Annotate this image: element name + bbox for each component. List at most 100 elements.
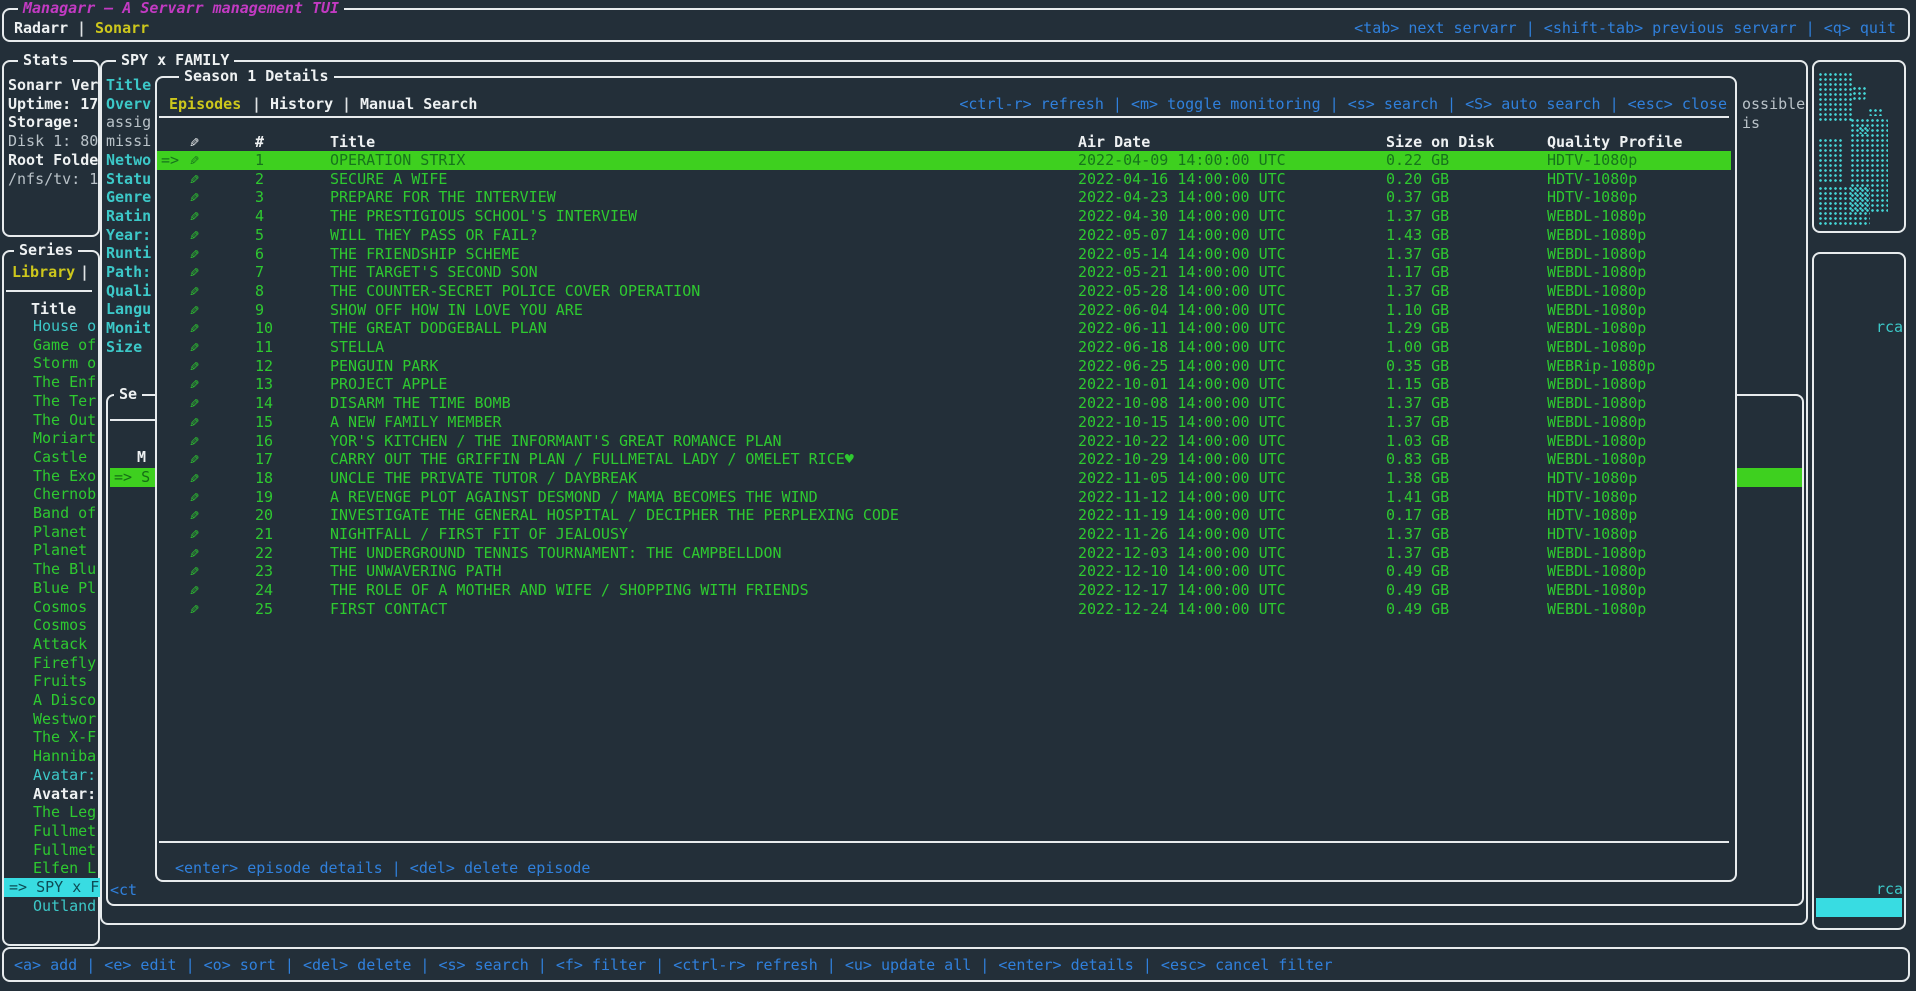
episode-size: 1.15 GB — [1386, 375, 1449, 394]
episode-row[interactable]: ✎3PREPARE FOR THE INTERVIEW2022-04-23 14… — [157, 188, 1731, 207]
episode-row[interactable]: ✎22THE UNDERGROUND TENNIS TOURNAMENT: TH… — [157, 544, 1731, 563]
series-item[interactable]: Cosmos — [33, 616, 87, 635]
series-item[interactable]: Moriart — [33, 429, 96, 448]
episode-title: A REVENGE PLOT AGAINST DESMOND / MAMA BE… — [330, 488, 818, 507]
detail-label: Statu — [106, 170, 151, 189]
selected-season-fragment: => S — [114, 468, 150, 487]
series-item[interactable]: House o — [33, 317, 96, 336]
poster-art-icon — [1868, 108, 1884, 116]
series-item[interactable]: The Enf — [33, 373, 96, 392]
episode-air-date: 2022-05-21 14:00:00 UTC — [1078, 263, 1286, 282]
episode-row[interactable]: ✎17CARRY OUT THE GRIFFIN PLAN / FULLMETA… — [157, 450, 1731, 469]
episode-row[interactable]: ✎11STELLA2022-06-18 14:00:00 UTC1.00 GBW… — [157, 338, 1731, 357]
episode-number: 3 — [255, 188, 264, 207]
tab-history[interactable]: History — [270, 95, 333, 114]
tab-radarr[interactable]: Radarr — [14, 19, 68, 38]
episode-row[interactable]: ✎19A REVENGE PLOT AGAINST DESMOND / MAMA… — [157, 488, 1731, 507]
episode-quality: HDTV-1080p — [1547, 506, 1637, 525]
episode-row[interactable]: ✎2SECURE A WIFE2022-04-16 14:00:00 UTC0.… — [157, 170, 1731, 189]
episode-row[interactable]: ✎8THE COUNTER-SECRET POLICE COVER OPERAT… — [157, 282, 1731, 301]
series-item[interactable]: Attack — [33, 635, 87, 654]
series-item[interactable]: Storm o — [33, 354, 96, 373]
column-quality: Quality Profile — [1547, 133, 1682, 152]
episode-row[interactable]: ✎23THE UNWAVERING PATH2022-12-10 14:00:0… — [157, 562, 1731, 581]
series-item[interactable]: The Exo — [33, 467, 96, 486]
series-item-selected[interactable]: => SPY x F — [4, 878, 100, 897]
series-item[interactable]: Chernob — [33, 485, 96, 504]
series-item[interactable]: Elfen L — [33, 859, 96, 878]
series-item[interactable]: Blue Pl — [33, 579, 96, 598]
episode-row[interactable]: ✎21NIGHTFALL / FIRST FIT OF JEALOUSY2022… — [157, 525, 1731, 544]
episode-quality: WEBDL-1080p — [1547, 263, 1646, 282]
stats-line: Uptime: 17 — [8, 95, 98, 114]
seasons-header-fragment: M — [137, 448, 146, 467]
popup-footer-divider — [159, 841, 1729, 843]
stats-line: Storage: — [8, 113, 80, 132]
series-item[interactable]: Fruits — [33, 672, 87, 691]
episode-row[interactable]: ✎25FIRST CONTACT2022-12-24 14:00:00 UTC0… — [157, 600, 1731, 619]
detail-label: Overv — [106, 95, 151, 114]
episode-title: PREPARE FOR THE INTERVIEW — [330, 188, 556, 207]
episode-quality: WEBDL-1080p — [1547, 319, 1646, 338]
right-panel-selected-row[interactable] — [1816, 898, 1902, 917]
series-item[interactable]: The Leg — [33, 803, 96, 822]
series-item[interactable]: Avatar: — [33, 766, 96, 785]
episode-row[interactable]: ✎10THE GREAT DODGEBALL PLAN2022-06-11 14… — [157, 319, 1731, 338]
episode-row[interactable]: ✎6THE FRIENDSHIP SCHEME2022-05-14 14:00:… — [157, 245, 1731, 264]
tab-manual-search[interactable]: Manual Search — [360, 95, 477, 114]
episode-size: 1.17 GB — [1386, 263, 1449, 282]
popup-help: <ctrl-r> refresh | <m> toggle monitoring… — [959, 95, 1727, 114]
series-item[interactable]: Fullmet — [33, 822, 96, 841]
episode-row[interactable]: ✎12PENGUIN PARK2022-06-25 14:00:00 UTC0.… — [157, 357, 1731, 376]
episode-row[interactable]: ✎9SHOW OFF HOW IN LOVE YOU ARE2022-06-04… — [157, 301, 1731, 320]
episode-row[interactable]: ✎20INVESTIGATE THE GENERAL HOSPITAL / DE… — [157, 506, 1731, 525]
episode-quality: WEBDL-1080p — [1547, 413, 1646, 432]
series-item[interactable]: The Out — [33, 411, 96, 430]
episode-row[interactable]: ✎4THE PRESTIGIOUS SCHOOL'S INTERVIEW2022… — [157, 207, 1731, 226]
series-item[interactable]: Planet — [33, 541, 87, 560]
episode-quality: HDTV-1080p — [1547, 188, 1637, 207]
pencil-icon: ✎ — [190, 488, 199, 507]
series-item[interactable]: Firefly — [33, 654, 96, 673]
episode-row[interactable]: ✎14DISARM THE TIME BOMB2022-10-08 14:00:… — [157, 394, 1731, 413]
episode-quality: WEBDL-1080p — [1547, 226, 1646, 245]
detail-label: Langu — [106, 300, 151, 319]
tab-library[interactable]: Library — [12, 263, 75, 282]
episode-row[interactable]: =>✎1OPERATION STRIX2022-04-09 14:00:00 U… — [157, 151, 1731, 170]
series-item[interactable]: Band of — [33, 504, 96, 523]
series-item[interactable]: Planet — [33, 523, 87, 542]
series-item[interactable]: Westwor — [33, 710, 96, 729]
episode-size: 1.37 GB — [1386, 544, 1449, 563]
series-item[interactable]: The Blu — [33, 560, 96, 579]
pencil-icon: ✎ — [190, 562, 199, 581]
series-header-divider — [6, 290, 92, 292]
pencil-icon: ✎ — [190, 357, 199, 376]
pencil-icon: ✎ — [190, 245, 199, 264]
series-item[interactable]: Game of — [33, 336, 96, 355]
series-item[interactable]: Outland — [33, 897, 96, 916]
series-item[interactable]: Avatar: — [33, 785, 96, 804]
series-item[interactable]: Hanniba — [33, 747, 96, 766]
episode-row[interactable]: ✎7THE TARGET'S SECOND SON2022-05-21 14:0… — [157, 263, 1731, 282]
tab-sonarr[interactable]: Sonarr — [95, 19, 149, 38]
episode-row[interactable]: ✎16YOR'S KITCHEN / THE INFORMANT'S GREAT… — [157, 432, 1731, 451]
episode-row[interactable]: ✎15A NEW FAMILY MEMBER2022-10-15 14:00:0… — [157, 413, 1731, 432]
episode-row[interactable]: ✎5WILL THEY PASS OR FAIL?2022-05-07 14:0… — [157, 226, 1731, 245]
series-item[interactable]: Cosmos — [33, 598, 87, 617]
episode-size: 1.10 GB — [1386, 301, 1449, 320]
episode-row[interactable]: ✎24THE ROLE OF A MOTHER AND WIFE / SHOPP… — [157, 581, 1731, 600]
series-item[interactable]: Castle — [33, 448, 87, 467]
episode-quality: WEBDL-1080p — [1547, 581, 1646, 600]
episode-row[interactable]: ✎18UNCLE THE PRIVATE TUTOR / DAYBREAK202… — [157, 469, 1731, 488]
series-item[interactable]: Fullmet — [33, 841, 96, 860]
series-item[interactable]: The Ter — [33, 392, 96, 411]
tab-episodes[interactable]: Episodes — [169, 95, 241, 114]
pencil-icon: ✎ — [190, 263, 199, 282]
episode-air-date: 2022-04-23 14:00:00 UTC — [1078, 188, 1286, 207]
episode-row[interactable]: ✎13PROJECT APPLE2022-10-01 14:00:00 UTC1… — [157, 375, 1731, 394]
series-item[interactable]: The X-F — [33, 728, 96, 747]
series-item[interactable]: A Disco — [33, 691, 96, 710]
episode-title: FIRST CONTACT — [330, 600, 447, 619]
topbar-help: <tab> next servarr | <shift-tab> previou… — [1354, 19, 1896, 38]
episode-air-date: 2022-11-05 14:00:00 UTC — [1078, 469, 1286, 488]
